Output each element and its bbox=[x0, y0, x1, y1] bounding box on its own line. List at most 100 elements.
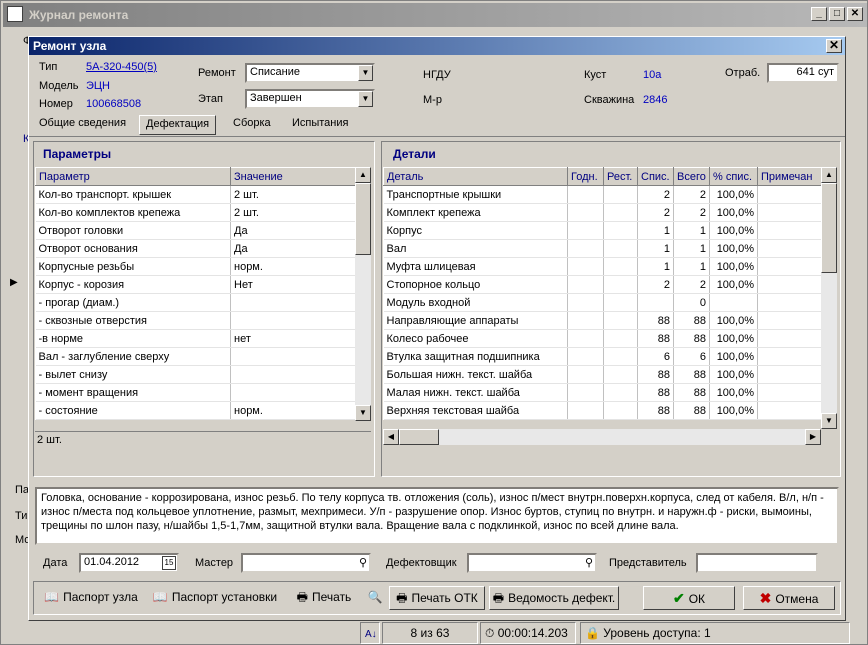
details-cell: 100,0% bbox=[709, 203, 758, 222]
details-cell: Корпус bbox=[383, 221, 568, 240]
defect-list-button[interactable]: 🖶 Ведомость дефект. bbox=[489, 586, 619, 610]
scroll-down-icon[interactable]: ▼ bbox=[355, 405, 371, 421]
main-titlebar: Журнал ремонта _ □ ✕ bbox=[3, 3, 867, 27]
params-row[interactable]: Корпусные резьбы норм. bbox=[35, 257, 356, 276]
details-row[interactable]: Муфта шлицевая 1 1 100,0% bbox=[383, 257, 822, 276]
passport-install-button[interactable]: 📖 Паспорт установки bbox=[149, 586, 281, 610]
print-button[interactable]: 🖶 Печать bbox=[289, 586, 359, 610]
details-scrollbar[interactable]: ▲ ▼ bbox=[821, 167, 837, 429]
notes-textarea[interactable]: Головка, основание - коррозирована, изно… bbox=[35, 487, 839, 545]
params-row[interactable]: Вал - заглубление сверху bbox=[35, 347, 356, 366]
otrab-label: Отраб. bbox=[725, 67, 761, 79]
minimize-button[interactable]: _ bbox=[811, 7, 827, 21]
details-cell bbox=[757, 383, 822, 402]
stage-label: Этап bbox=[198, 93, 223, 105]
param-value-cell: Да bbox=[230, 221, 356, 240]
tab-assembly[interactable]: Сборка bbox=[227, 115, 277, 135]
tab-tests[interactable]: Испытания bbox=[286, 115, 354, 135]
close-main-button[interactable]: ✕ bbox=[847, 7, 863, 21]
otrab-field[interactable]: 641 сут bbox=[767, 63, 839, 83]
details-cell: 100,0% bbox=[709, 365, 758, 384]
details-row[interactable]: Направляющие аппараты 88 88 100,0% bbox=[383, 311, 822, 330]
details-column-header[interactable]: Примечан bbox=[757, 167, 822, 186]
details-row[interactable]: Вал 1 1 100,0% bbox=[383, 239, 822, 258]
details-row[interactable]: Большая нижн. текст. шайба 88 88 100,0% bbox=[383, 365, 822, 384]
details-cell bbox=[603, 347, 638, 366]
scroll-up-icon[interactable]: ▲ bbox=[821, 167, 837, 183]
type-link[interactable]: 5А-320-450(5) bbox=[86, 61, 157, 73]
params-row[interactable]: - момент вращения bbox=[35, 383, 356, 402]
chevron-down-icon[interactable]: ▼ bbox=[358, 65, 373, 81]
scroll-up-icon[interactable]: ▲ bbox=[355, 167, 371, 183]
details-column-header[interactable]: Спис. bbox=[637, 167, 674, 186]
params-row[interactable]: Корпус - корозия Нет bbox=[35, 275, 356, 294]
details-column-header[interactable]: Годн. bbox=[567, 167, 604, 186]
stage-select[interactable]: Завершен ▼ bbox=[245, 89, 375, 109]
repair-select[interactable]: Списание ▼ bbox=[245, 63, 375, 83]
passport-node-button[interactable]: 📖 Паспорт узла bbox=[39, 586, 143, 610]
params-row[interactable]: Отворот основания Да bbox=[35, 239, 356, 258]
print-otk-button[interactable]: 🖶 Печать ОТК bbox=[389, 586, 485, 610]
details-cell bbox=[567, 275, 604, 294]
master-field[interactable]: ⚲ bbox=[241, 553, 371, 573]
details-row[interactable]: Модуль входной 0 bbox=[383, 293, 822, 312]
tab-general[interactable]: Общие сведения bbox=[33, 115, 132, 135]
dialog-close-button[interactable]: ✕ bbox=[826, 39, 842, 53]
params-row[interactable]: - вылет снизу bbox=[35, 365, 356, 384]
maximize-button[interactable]: □ bbox=[829, 7, 845, 21]
cancel-button[interactable]: ✖ Отмена bbox=[743, 586, 835, 610]
scroll-thumb[interactable] bbox=[821, 183, 837, 273]
tab-defect[interactable]: Дефектация bbox=[139, 115, 217, 135]
defect-field[interactable]: ⚲ bbox=[467, 553, 597, 573]
details-row[interactable]: Стопорное кольцо 2 2 100,0% bbox=[383, 275, 822, 294]
scroll-thumb[interactable] bbox=[355, 183, 371, 255]
details-row[interactable]: Малая нижн. текст. шайба 88 88 100,0% bbox=[383, 383, 822, 402]
params-column-header[interactable]: Параметр bbox=[35, 167, 231, 186]
details-row[interactable]: Колесо рабочее 88 88 100,0% bbox=[383, 329, 822, 348]
calendar-icon[interactable]: 15 bbox=[162, 556, 176, 570]
chevron-down-icon[interactable]: ▼ bbox=[358, 91, 373, 107]
details-cell bbox=[603, 401, 638, 420]
details-cell: 88 bbox=[637, 311, 674, 330]
param-value-cell bbox=[230, 383, 356, 402]
details-cell bbox=[603, 257, 638, 276]
sort-status[interactable]: A↓ bbox=[360, 622, 380, 644]
details-column-header[interactable]: Деталь bbox=[383, 167, 568, 186]
params-row[interactable]: - прогар (диам.) bbox=[35, 293, 356, 312]
lookup-icon[interactable]: ⚲ bbox=[585, 556, 593, 569]
ok-button[interactable]: ✔ ОК bbox=[643, 586, 735, 610]
scroll-left-icon[interactable]: ◀ bbox=[383, 429, 399, 445]
passport-install-label: Паспорт установки bbox=[171, 590, 278, 604]
details-column-header[interactable]: % спис. bbox=[709, 167, 758, 186]
hscroll-thumb[interactable] bbox=[399, 429, 439, 445]
dialog-title: Ремонт узла bbox=[33, 39, 107, 53]
params-row[interactable]: Кол-во транспорт. крышек 2 шт. bbox=[35, 185, 356, 204]
type-label: Тип bbox=[39, 61, 58, 73]
details-cell: Малая нижн. текст. шайба bbox=[383, 383, 568, 402]
lookup-icon[interactable]: ⚲ bbox=[359, 556, 367, 569]
param-value-cell bbox=[230, 347, 356, 366]
details-cell: 88 bbox=[637, 329, 674, 348]
well-value: 2846 bbox=[643, 94, 668, 106]
details-row[interactable]: Транспортные крышки 2 2 100,0% bbox=[383, 185, 822, 204]
details-row[interactable]: Комплект крепежа 2 2 100,0% bbox=[383, 203, 822, 222]
params-row[interactable]: - сквозные отверстия bbox=[35, 311, 356, 330]
details-cell: Вал bbox=[383, 239, 568, 258]
params-row[interactable]: Кол-во комплектов крепежа 2 шт. bbox=[35, 203, 356, 222]
params-row[interactable]: Отворот головки Да bbox=[35, 221, 356, 240]
details-row[interactable]: Верхняя текстовая шайба 88 88 100,0% bbox=[383, 401, 822, 420]
date-field[interactable]: 01.04.2012 15 bbox=[79, 553, 179, 573]
preview-button[interactable]: 🔍 bbox=[363, 586, 387, 610]
params-row[interactable]: - состояние норм. bbox=[35, 401, 356, 420]
details-row[interactable]: Втулка защитная подшипника 6 6 100,0% bbox=[383, 347, 822, 366]
params-scrollbar[interactable]: ▲ ▼ bbox=[355, 167, 371, 421]
details-column-header[interactable]: Рест. bbox=[603, 167, 638, 186]
details-row[interactable]: Корпус 1 1 100,0% bbox=[383, 221, 822, 240]
rep-field[interactable] bbox=[696, 553, 818, 573]
scroll-right-icon[interactable]: ▶ bbox=[805, 429, 821, 445]
params-column-header[interactable]: Значение bbox=[230, 167, 356, 186]
details-column-header[interactable]: Всего bbox=[673, 167, 710, 186]
params-row[interactable]: -в норме нет bbox=[35, 329, 356, 348]
scroll-down-icon[interactable]: ▼ bbox=[821, 413, 837, 429]
details-hscrollbar[interactable]: ◀ ▶ bbox=[383, 429, 821, 445]
